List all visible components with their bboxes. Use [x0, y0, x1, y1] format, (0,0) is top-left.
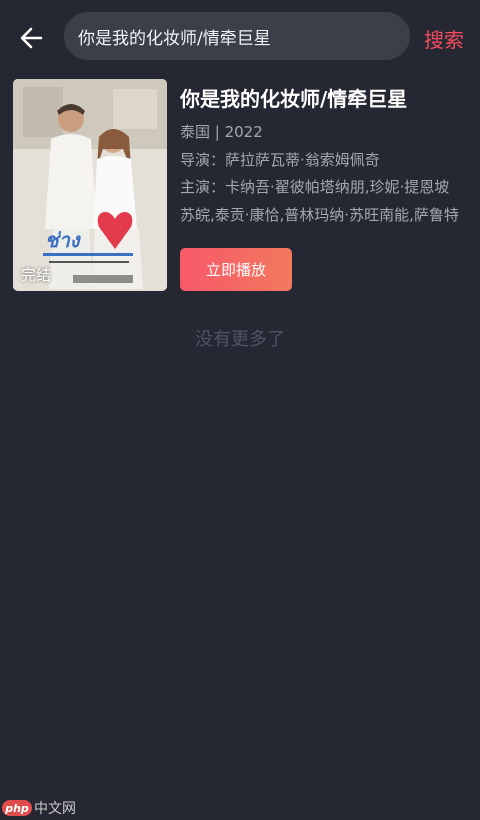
poster-artwork: ช่าง — [13, 79, 167, 291]
search-box[interactable] — [64, 12, 410, 60]
back-button[interactable] — [14, 20, 50, 56]
poster-image[interactable]: ช่าง 完结 — [13, 79, 167, 291]
top-bar: 搜索 — [0, 0, 480, 74]
search-button[interactable]: 搜索 — [424, 24, 464, 53]
watermark-logo: php — [2, 800, 32, 816]
arrow-left-icon — [20, 27, 43, 49]
result-info: 你是我的化妆师/情牵巨星 泰国 | 2022 导演：萨拉萨瓦蒂·翁索姆佩奇 主演… — [180, 79, 470, 228]
result-title[interactable]: 你是我的化妆师/情牵巨星 — [180, 83, 470, 112]
watermark-text: 中文网 — [34, 801, 76, 817]
list-end-text: 没有更多了 — [195, 329, 285, 350]
watermark: php 中文网 — [2, 798, 76, 818]
result-meta: 泰国 | 2022 — [180, 123, 263, 141]
search-input[interactable] — [78, 26, 410, 46]
search-result-item[interactable]: ช่าง 完结 你是我的化妆师/情牵巨星 泰国 | 2022 导演：萨拉萨瓦蒂·… — [13, 79, 468, 293]
cast-line-2: 苏皖,泰贡·康恰,普林玛纳·苏旺南能,萨鲁特 — [180, 206, 459, 224]
cast-line-1: 主演：卡纳吾·翟彼帕塔纳朋,珍妮·提恩坡 — [180, 178, 450, 196]
play-now-button[interactable]: 立即播放 — [180, 248, 292, 291]
director-line: 导演：萨拉萨瓦蒂·翁索姆佩奇 — [180, 151, 380, 169]
svg-text:ช่าง: ช่าง — [45, 228, 82, 252]
status-badge: 完结 — [21, 266, 52, 284]
